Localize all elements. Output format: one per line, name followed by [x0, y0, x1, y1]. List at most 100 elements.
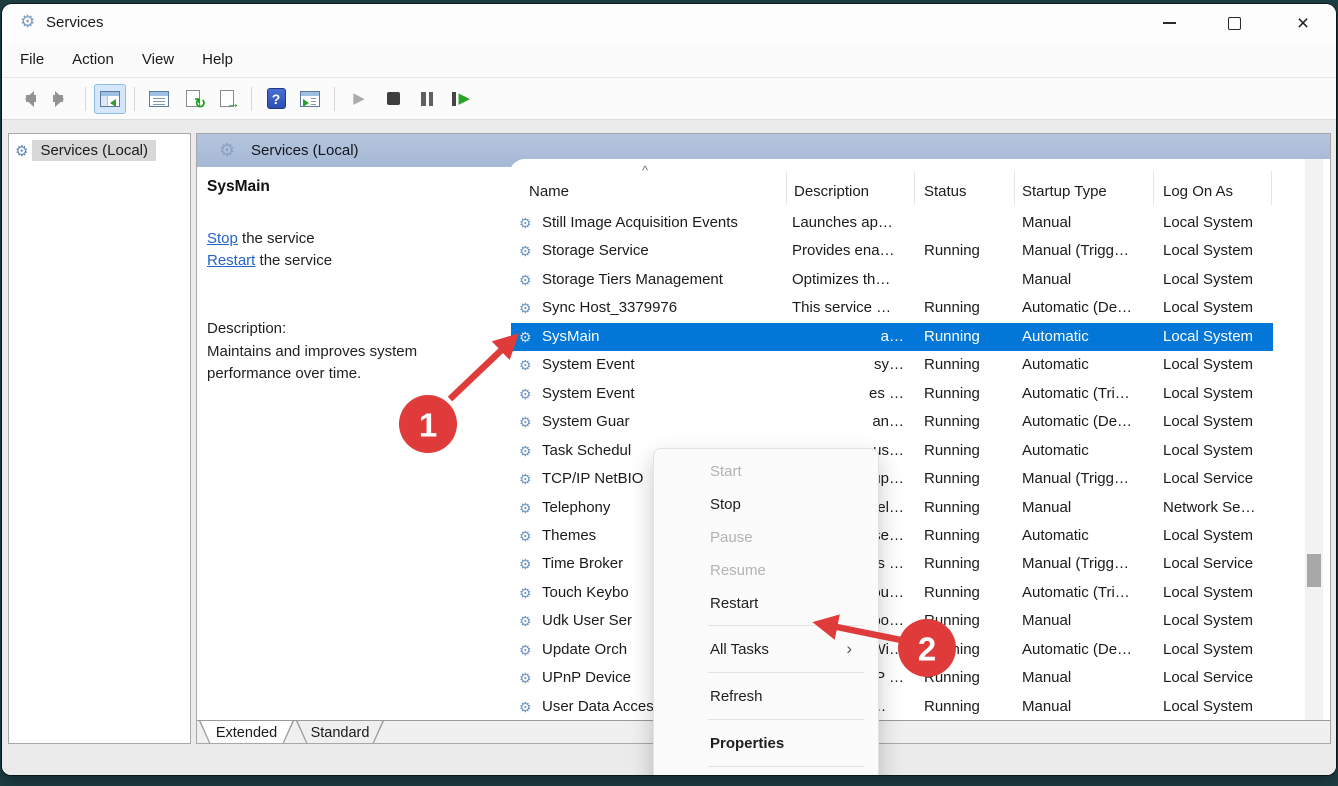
- service-row[interactable]: ⚙ System Event es … Running Automatic (T…: [511, 380, 1273, 408]
- service-gear-icon: ⚙: [519, 522, 532, 550]
- service-row[interactable]: ⚙ Update Orch Wi… Running Automatic (De……: [511, 636, 1273, 664]
- menu-action[interactable]: Action: [58, 45, 128, 74]
- show-hide-action-pane-button[interactable]: [294, 84, 326, 114]
- service-startup-type: Automatic (De…: [1022, 294, 1152, 322]
- service-name: Sync Host_3379976: [542, 294, 786, 322]
- menu-help[interactable]: Help: [188, 45, 247, 74]
- export-list-button[interactable]: →: [211, 84, 243, 114]
- back-button[interactable]: [11, 84, 43, 114]
- forward-arrow-icon: [51, 91, 72, 107]
- service-row[interactable]: ⚙ UPnP Device nP … Running Manual Local …: [511, 664, 1273, 692]
- service-status: Running: [924, 380, 1014, 408]
- service-gear-icon: ⚙: [519, 693, 532, 720]
- service-row[interactable]: ⚙ Telephony el… Running Manual Network S…: [511, 494, 1273, 522]
- service-row[interactable]: ⚙ SysMain a… Running Automatic Local Sys…: [511, 323, 1273, 351]
- service-status: Running: [924, 550, 1014, 578]
- service-row[interactable]: ⚙ Time Broker es … Running Manual (Trigg…: [511, 550, 1273, 578]
- maximize-button[interactable]: [1205, 4, 1263, 42]
- sort-ascending-icon: ^: [642, 163, 648, 178]
- service-log-on-as: Local System: [1163, 323, 1273, 351]
- context-menu-item-refresh[interactable]: Refresh: [654, 678, 878, 714]
- service-row[interactable]: ⚙ System Guar an… Running Automatic (De……: [511, 408, 1273, 436]
- minimize-button[interactable]: [1140, 4, 1198, 42]
- service-log-on-as: Local System: [1163, 237, 1273, 265]
- service-gear-icon: ⚙: [519, 237, 532, 265]
- context-menu-item-stop[interactable]: Stop: [654, 488, 878, 521]
- service-log-on-as: Local System: [1163, 522, 1273, 550]
- service-log-on-as: Local System: [1163, 636, 1273, 664]
- submenu-chevron-icon: ›: [846, 639, 852, 659]
- properties-button[interactable]: [143, 84, 175, 114]
- scrollbar-thumb[interactable]: [1307, 554, 1321, 587]
- service-startup-type: Manual: [1022, 664, 1152, 692]
- service-row[interactable]: ⚙ Themes se… Running Automatic Local Sys…: [511, 522, 1273, 550]
- vertical-scrollbar[interactable]: [1305, 159, 1323, 720]
- service-row[interactable]: ⚙ Udk User Ser bo… Running Manual Local …: [511, 607, 1273, 635]
- service-row[interactable]: ⚙ TCP/IP NetBIO up… Running Manual (Trig…: [511, 465, 1273, 493]
- context-menu-item-help[interactable]: Help: [654, 772, 878, 775]
- pause-service-button[interactable]: [411, 84, 443, 114]
- content-area: ⚙ Services (Local) ⚙ Services (Local) Sy…: [2, 120, 1336, 775]
- column-header-log-on-as[interactable]: Log On As: [1163, 183, 1233, 200]
- stop-service-button[interactable]: [377, 84, 409, 114]
- service-row[interactable]: ⚙ Storage Tiers Management Optimizes th……: [511, 266, 1273, 294]
- service-row[interactable]: ⚙ Storage Service Provides ena… Running …: [511, 237, 1273, 265]
- service-status: Running: [924, 465, 1014, 493]
- stop-service-link[interactable]: Stop: [207, 230, 238, 247]
- tree-item-label: Services (Local): [32, 140, 156, 161]
- service-row[interactable]: ⚙ User Data Access_3379976 Provides ap… …: [511, 693, 1273, 720]
- context-menu-item-start: Start: [654, 455, 878, 488]
- forward-button[interactable]: [45, 84, 77, 114]
- tab-standard-label: Standard: [296, 721, 384, 744]
- context-menu-item-label: Resume: [710, 562, 766, 579]
- services-rows: ⚙ Still Image Acquisition Events Launche…: [511, 209, 1329, 720]
- start-service-button[interactable]: ▶: [343, 84, 375, 114]
- context-menu-item-all-tasks[interactable]: All Tasks ›: [654, 631, 878, 667]
- menu-file[interactable]: File: [6, 45, 58, 74]
- context-menu-item-properties[interactable]: Properties: [654, 725, 878, 761]
- restart-service-line: Restart the service: [207, 252, 332, 269]
- service-log-on-as: Local System: [1163, 380, 1273, 408]
- stop-service-line: Stop the service: [207, 230, 315, 247]
- close-button[interactable]: ×: [1274, 4, 1332, 42]
- service-status: Running: [924, 664, 1014, 692]
- context-menu-item-restart[interactable]: Restart: [654, 587, 878, 620]
- service-status: Running: [924, 636, 1014, 664]
- tab-standard[interactable]: Standard: [296, 721, 384, 744]
- help-icon: ?: [267, 88, 286, 109]
- restart-service-button[interactable]: ▶: [445, 84, 477, 114]
- column-header-status[interactable]: Status: [924, 183, 967, 200]
- service-log-on-as: Local System: [1163, 209, 1273, 237]
- menu-separator: [708, 719, 864, 720]
- show-hide-console-tree-button[interactable]: [94, 84, 126, 114]
- tab-extended[interactable]: Extended: [199, 721, 294, 744]
- menu-separator: [708, 625, 864, 626]
- service-status: Running: [924, 494, 1014, 522]
- restart-service-link[interactable]: Restart: [207, 252, 255, 269]
- maximize-icon: [1228, 17, 1241, 30]
- service-row[interactable]: ⚙ Touch Keybo ou… Running Automatic (Tri…: [511, 579, 1273, 607]
- back-arrow-icon: [17, 91, 38, 107]
- service-name: System Event: [542, 351, 786, 379]
- context-menu-item-label: Restart: [710, 595, 758, 612]
- service-row[interactable]: ⚙ Still Image Acquisition Events Launche…: [511, 209, 1273, 237]
- service-row[interactable]: ⚙ System Event sy… Running Automatic Loc…: [511, 351, 1273, 379]
- service-startup-type: Automatic: [1022, 437, 1152, 465]
- tree-item-services-local[interactable]: ⚙ Services (Local): [15, 140, 156, 161]
- service-startup-type: Automatic: [1022, 351, 1152, 379]
- service-startup-type: Automatic (Tri…: [1022, 579, 1152, 607]
- help-button[interactable]: ?: [260, 84, 292, 114]
- service-gear-icon: ⚙: [519, 323, 532, 351]
- restart-service-suffix: the service: [255, 252, 332, 269]
- menu-view[interactable]: View: [128, 45, 188, 74]
- column-header-description[interactable]: Description: [794, 183, 869, 200]
- column-header-startup-type[interactable]: Startup Type: [1022, 183, 1107, 200]
- refresh-button[interactable]: ↻: [177, 84, 209, 114]
- context-menu-item-label: All Tasks: [710, 641, 769, 658]
- service-row[interactable]: ⚙ Task Schedul us… Running Automatic Loc…: [511, 437, 1273, 465]
- service-status: Running: [924, 408, 1014, 436]
- tab-extended-label: Extended: [199, 721, 294, 744]
- column-header-name[interactable]: Name: [529, 183, 569, 200]
- description-label: Description:: [207, 320, 286, 337]
- service-row[interactable]: ⚙ Sync Host_3379976 This service … Runni…: [511, 294, 1273, 322]
